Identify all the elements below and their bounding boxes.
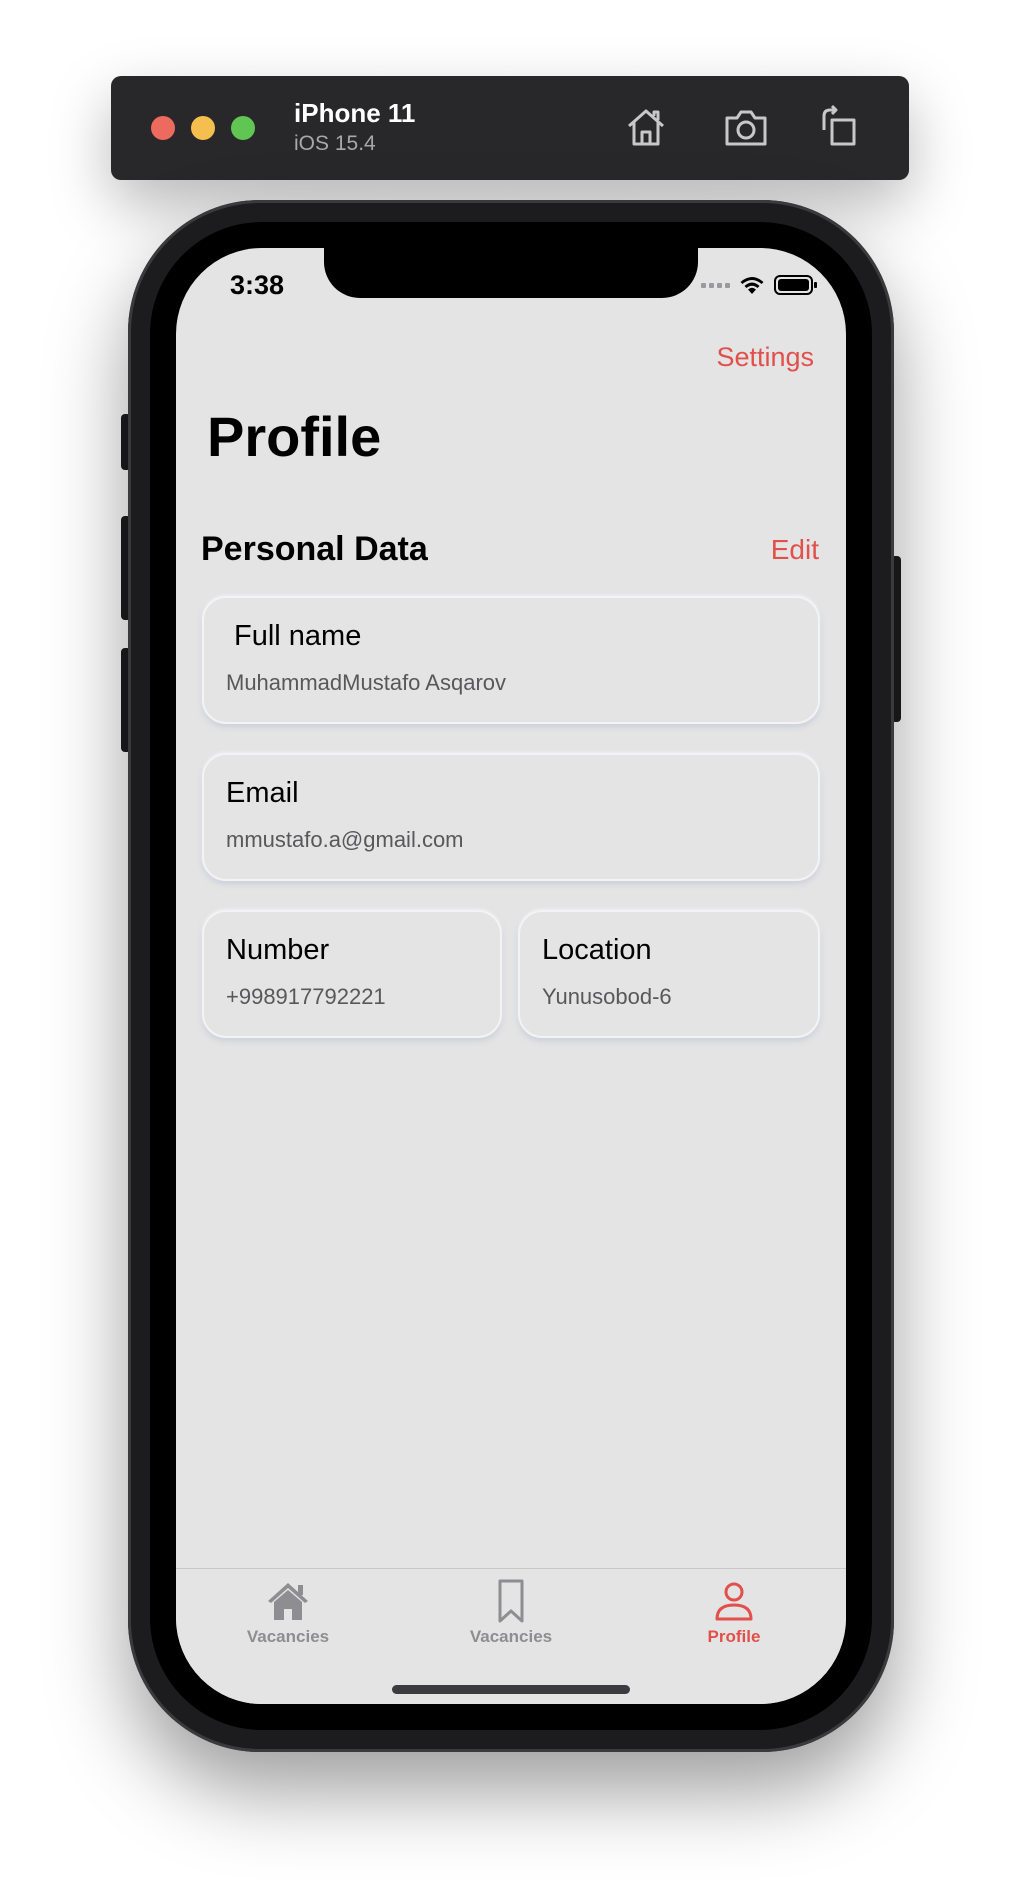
tab-vacancies-home[interactable]: Vacancies [208, 1577, 368, 1657]
home-icon[interactable] [623, 104, 669, 150]
location-value: Yunusobod-6 [542, 984, 672, 1009]
number-card: Number +998917792221 [202, 910, 502, 1038]
tab-label: Profile [707, 1627, 761, 1646]
email-value: mmustafo.a@gmail.com [226, 827, 464, 852]
os-version: iOS 15.4 [294, 132, 376, 155]
tab-profile[interactable]: Profile [654, 1577, 814, 1657]
simulator-toolbar: iPhone 11 iOS 15.4 [111, 76, 909, 180]
device-name: iPhone 11 [294, 98, 416, 128]
page-title: Profile [207, 405, 382, 468]
wifi-icon [738, 274, 766, 296]
minimize-window-button[interactable] [191, 116, 215, 140]
status-time: 3:38 [230, 270, 285, 300]
settings-button[interactable]: Settings [716, 342, 814, 373]
number-value: +998917792221 [226, 984, 386, 1009]
location-label: Location [542, 934, 652, 966]
full-name-label: Full name [234, 620, 362, 652]
tab-vacancies-saved[interactable]: Vacancies [431, 1577, 591, 1657]
edit-button[interactable]: Edit [771, 534, 819, 566]
tab-bar: Vacancies Vacancies Profile [176, 1568, 846, 1704]
rotate-icon[interactable] [816, 104, 862, 150]
screenshot-icon[interactable] [723, 104, 769, 150]
full-name-card: Full name MuhammadMustafo Asqarov [202, 596, 820, 724]
signal-icon [701, 282, 730, 288]
person-icon [715, 1582, 753, 1621]
device-screen: 3:38 Settings Profile Personal Data Edit… [176, 248, 846, 1704]
zoom-window-button[interactable] [231, 116, 255, 140]
battery-icon [774, 274, 818, 296]
house-icon [268, 1583, 308, 1620]
status-icons [701, 274, 818, 296]
home-indicator[interactable] [392, 1685, 630, 1694]
full-name-value: MuhammadMustafo Asqarov [226, 670, 507, 695]
email-card: Email mmustafo.a@gmail.com [202, 753, 820, 881]
tab-label: Vacancies [246, 1627, 330, 1646]
tab-label: Vacancies [469, 1627, 553, 1646]
notch [324, 248, 698, 298]
number-label: Number [226, 934, 330, 966]
email-label: Email [226, 777, 299, 809]
bookmark-icon [498, 1579, 524, 1623]
section-title: Personal Data [201, 530, 428, 568]
location-card: Location Yunusobod-6 [518, 910, 820, 1038]
close-window-button[interactable] [151, 116, 175, 140]
